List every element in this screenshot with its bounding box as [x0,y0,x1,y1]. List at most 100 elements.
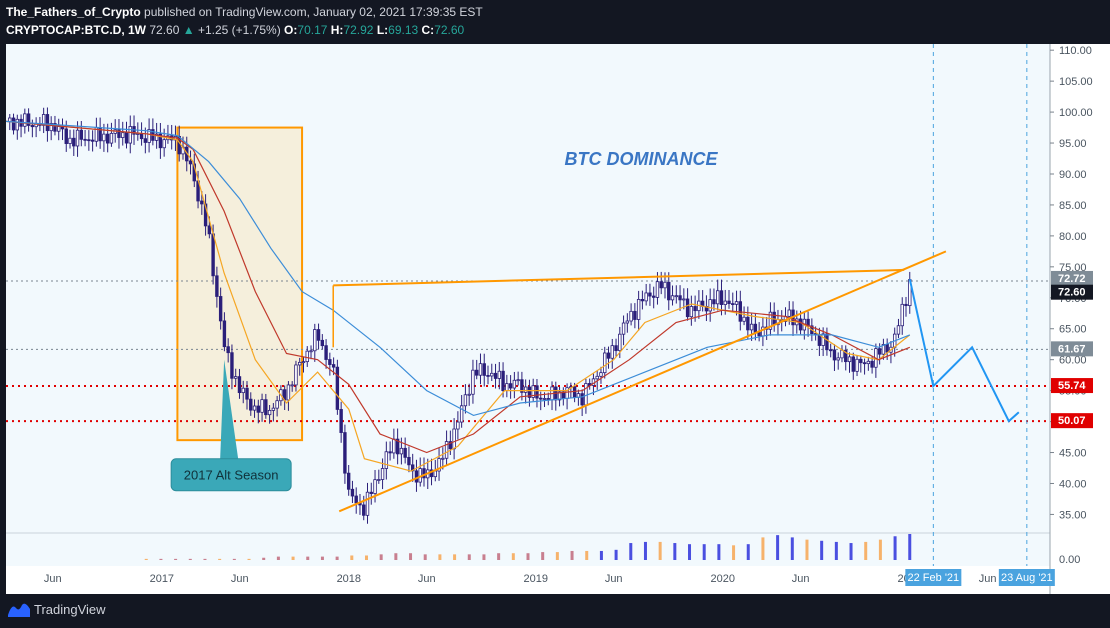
volume-bar [174,558,178,560]
candle-body [866,360,871,365]
candle-body [346,472,351,490]
candle-body [486,375,490,377]
y-tick-label: 95.00 [1059,138,1087,150]
plot-background [6,44,1050,566]
candle-body [350,488,355,497]
symbol-name[interactable]: CRYPTOCAP:BTC.D, 1W [6,23,146,37]
volume-bar [761,537,765,560]
tradingview-logo-icon[interactable] [8,601,30,617]
candle-body [128,126,132,144]
chart: 110.00105.00100.0095.0090.0085.0080.0075… [5,44,1110,594]
candle-body [471,369,475,395]
candle-body [286,384,291,401]
candle-body [535,385,539,399]
y-tick-label: 85.00 [1059,200,1087,212]
volume-bar [232,558,236,560]
volume-bar [247,558,251,560]
candle-body [855,358,859,372]
candle-body [825,333,829,351]
published-text: published on TradingView.com, January 02… [144,5,483,19]
candle-body [264,399,268,416]
open-label: O: [284,23,298,37]
volume-bar [188,558,192,560]
candle-body [648,292,652,297]
candle-body [143,138,148,143]
candle-body [211,233,215,277]
candle-body [328,359,332,365]
volume-bar [555,552,559,560]
volume-bar [423,554,427,560]
candle-body [305,350,309,363]
y-tick-label: 110.00 [1059,45,1092,57]
volume-bar [908,534,912,560]
candle-body [682,298,686,301]
volume-bar [144,558,148,560]
candle-body [667,281,671,301]
candle-body [79,129,84,140]
candle-body [787,309,791,317]
volume-bar [541,552,545,560]
candle-body [324,345,328,360]
candle-body [90,139,95,142]
price-label: 50.07 [1058,415,1086,427]
x-tick-label: 2017 [150,573,174,585]
candle-body [354,495,358,504]
candle-body [742,316,746,322]
volume-bar [320,556,324,560]
candle-body [689,306,694,318]
x-tick-label: Jun [979,573,997,585]
candle-body [636,299,641,320]
candle-body [851,356,855,372]
y-tick-label: 65.00 [1059,324,1087,336]
candle-body [584,383,588,406]
candle-body [388,451,392,454]
candle-body [523,386,528,393]
candle-body [45,114,50,132]
volume-bar [467,554,471,560]
price-change: +1.25 (+1.75%) [197,23,281,37]
volume-bar [159,558,163,560]
x-tick-label: Jun [418,573,436,585]
close-value: 72.60 [434,23,465,37]
candle-body [68,137,72,144]
candle-body [693,306,697,312]
candle-body [746,316,750,331]
tradingview-brand[interactable]: TradingView [34,602,106,617]
x-tick-label: Jun [231,573,249,585]
candle-body [606,352,611,359]
candle-body [215,275,219,297]
volume-bar [643,541,647,560]
candle-body [218,296,223,322]
candle-body [467,393,471,396]
candle-body [493,372,498,379]
candle-body [301,361,306,364]
volume-bar [864,541,868,560]
price-label: 72.72 [1058,273,1086,285]
candle-body [836,357,840,361]
candle-body [900,303,904,327]
volume-bar [438,554,442,560]
last-price: 72.60 [149,23,180,37]
y-tick-label: 60.00 [1059,355,1087,367]
volume-bar [673,543,677,560]
candle-body [490,372,494,377]
candle-body [139,133,144,140]
y-tick-label: 90.00 [1059,169,1087,181]
candle-body [723,300,727,305]
volume-bar [335,556,339,560]
volume-bar [262,557,266,560]
up-arrow-icon: ▲ [182,23,195,37]
candle-body [384,451,389,469]
candle-body [463,394,468,407]
volume-bar [893,536,897,560]
volume-bar [629,543,633,560]
candle-body [512,379,517,389]
author-name[interactable]: The_Fathers_of_Crypto [6,5,141,19]
price-label: 61.67 [1058,343,1086,355]
price-label: 55.74 [1058,380,1086,392]
volume-bar [453,554,457,560]
candle-body [452,428,456,450]
volume-bar [688,544,692,560]
candle-body [105,133,110,144]
candle-body [678,295,682,301]
